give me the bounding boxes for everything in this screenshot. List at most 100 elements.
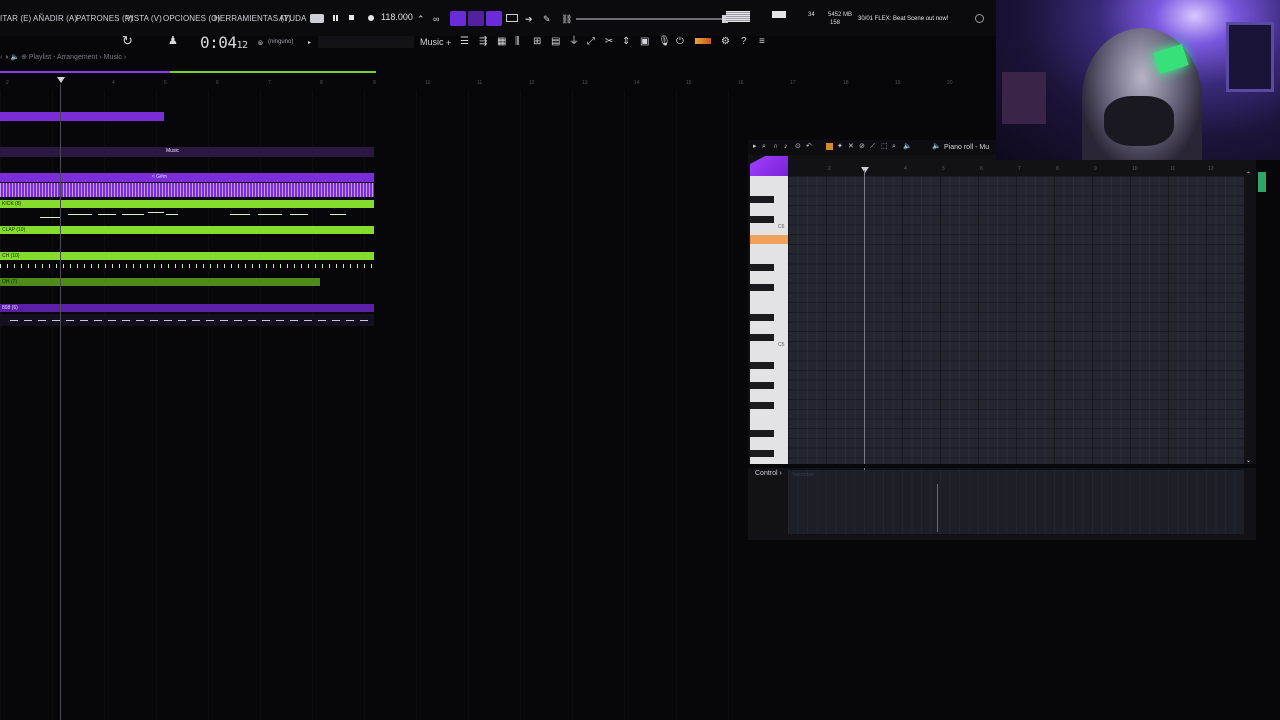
clip-kick[interactable]: KICK (8) [0, 200, 374, 208]
piano-roll-ruler[interactable]: 2 4 5 6 7 8 9 10 11 12 [790, 166, 1244, 176]
loop-region-bar[interactable] [0, 71, 170, 73]
menu-view[interactable]: VISTA (V) [126, 14, 162, 23]
clip-purple-top[interactable] [0, 112, 164, 121]
chevron-right-icon[interactable]: ▸ [308, 38, 311, 48]
piano-key-black[interactable] [750, 382, 774, 389]
clip-music[interactable]: Music [0, 147, 374, 157]
playback-tool-icon[interactable]: 🔈 [903, 143, 912, 150]
power-icon[interactable]: ⏻ [676, 37, 684, 47]
piano-roll-playhead-marker[interactable] [861, 167, 869, 173]
file-icon[interactable]: ▤ [551, 37, 560, 47]
piano-roll-title[interactable]: Piano roll - Mu [944, 144, 989, 151]
piano-key-black[interactable] [750, 362, 774, 369]
speaker-icon[interactable]: 🔈 [932, 143, 941, 150]
settings-icon[interactable]: ⚙ [721, 37, 730, 47]
stop-button[interactable] [349, 15, 354, 20]
song-position[interactable]: 0:0412 [200, 33, 248, 52]
pencil-tool-icon[interactable] [826, 143, 833, 150]
pattern-field[interactable] [318, 36, 414, 48]
menu-icon[interactable]: ≡ [759, 37, 765, 47]
piano-key-black[interactable] [750, 430, 774, 437]
arrows-icon[interactable]: ⤢ [587, 37, 595, 47]
velocity-lane[interactable]: Velocidad [788, 470, 1244, 534]
undo-icon[interactable]: ↶ [806, 143, 813, 150]
piano-key-black[interactable] [750, 314, 774, 321]
window-mode-label[interactable]: Music [420, 37, 444, 47]
playlist-icon[interactable]: ☰ [460, 37, 469, 47]
playlist-ruler[interactable]: 2 4 5 6 7 8 9 10 11 12 13 14 15 16 17 18… [0, 76, 990, 90]
snap-toggle-3[interactable] [486, 11, 502, 26]
help-icon[interactable]: ? [741, 37, 747, 47]
play-circle-icon[interactable]: ⊙ [795, 143, 802, 150]
browser-icon[interactable]: ⊞ [533, 37, 541, 47]
clip-ch[interactable]: CH (10) [0, 252, 374, 260]
plus-icon[interactable]: + [446, 38, 451, 48]
piano-key-black[interactable] [750, 216, 774, 223]
side-scroll-thumb[interactable] [1258, 172, 1266, 192]
loop-record-icon[interactable]: ∞ [433, 14, 439, 24]
keyboard-icon[interactable] [506, 14, 518, 22]
brush-tool-icon[interactable]: ✦ [837, 143, 844, 150]
playlist-nav-icon[interactable]: ‹ ◑ 🔈 ⊕ [0, 54, 29, 61]
compress-icon[interactable]: ⇕ [622, 37, 630, 47]
piano-key-black[interactable] [750, 402, 774, 409]
pattern-selector[interactable]: (ninguno) [268, 39, 293, 45]
news-ticker[interactable]: 30/01 FLEX: Beat Scene out now! [858, 16, 948, 22]
note-icon[interactable]: ♪ [784, 143, 791, 150]
magnet-icon[interactable]: ∩ [773, 143, 780, 150]
snap-toggle-2[interactable] [468, 11, 484, 26]
save-icon[interactable]: ▣ [640, 37, 649, 47]
select-tool-icon[interactable]: ⬚ [881, 143, 888, 150]
menu-patterns[interactable]: PATRONES (P) [76, 14, 133, 23]
chevron-up-icon[interactable]: ⌃ [1246, 170, 1251, 180]
snap-toggle-1[interactable] [450, 11, 466, 26]
arrow-right-icon[interactable]: ▸ [753, 143, 760, 150]
piano-key-black[interactable] [750, 284, 774, 291]
plugin-icon[interactable]: ⏚ [569, 37, 579, 47]
clip-waveform[interactable] [0, 183, 374, 197]
clip-clap[interactable]: CLAP (10) [0, 226, 374, 234]
tempo-display[interactable]: 118.000 [381, 12, 413, 26]
delete-tool-icon[interactable]: ✕ [848, 143, 855, 150]
menu-add[interactable]: AÑADIR (A) [33, 14, 77, 23]
control-divider[interactable] [748, 464, 1256, 468]
arrow-right-icon[interactable]: ➔ [525, 14, 533, 24]
piano-key-black[interactable] [750, 196, 774, 203]
zoom-tool-icon[interactable]: ⌕ [892, 143, 899, 150]
clip-808[interactable]: 808 (6) [0, 304, 374, 312]
stamp-icon[interactable]: ♟ [168, 36, 178, 47]
globe-icon[interactable] [975, 14, 984, 23]
menu-options[interactable]: OPCIONES (O) [163, 14, 220, 23]
play-pause-button[interactable] [330, 12, 340, 24]
master-pitch-slider[interactable] [576, 15, 728, 23]
menu-edit[interactable]: ITAR (E) [0, 14, 31, 23]
piano-keyboard[interactable]: C6 C5 [750, 176, 788, 464]
piano-roll-scrollbar[interactable]: ⌃ ⌄ [1246, 170, 1254, 464]
control-label[interactable]: Control › [755, 470, 782, 477]
clip-sample-header[interactable]: ≈ G#m [0, 173, 374, 182]
piano-key-black[interactable] [750, 450, 774, 457]
microphone-icon[interactable]: 🎙 [658, 37, 671, 47]
clip-oh[interactable]: OH (7) [0, 278, 320, 286]
pat-song-toggle[interactable] [310, 14, 324, 23]
refresh-icon[interactable]: ↻ [122, 34, 133, 47]
cut-icon[interactable]: ✂ [605, 37, 613, 47]
piano-key-black[interactable] [750, 264, 774, 271]
channel-rack-icon[interactable]: ▦ [497, 37, 506, 47]
piano-key-active[interactable] [750, 235, 788, 244]
slice-tool-icon[interactable]: ⟋ [870, 143, 877, 150]
metronome-icon[interactable]: ⌃ [417, 14, 425, 24]
menu-help[interactable]: AYUDA [279, 14, 306, 23]
piano-roll-icon[interactable]: ⇶ [479, 37, 487, 47]
record-button[interactable] [368, 15, 374, 21]
tool-icon[interactable]: ⌕ [762, 143, 769, 150]
piano-key-black[interactable] [750, 334, 774, 341]
pencil-icon[interactable]: ✎ [543, 14, 551, 24]
piano-roll-corner-tab[interactable] [750, 156, 788, 176]
master-volume-meter [726, 11, 750, 22]
piano-roll-grid[interactable] [788, 176, 1244, 464]
playhead-marker[interactable] [57, 77, 65, 83]
mixer-icon[interactable]: ⫼ [515, 37, 520, 47]
link-icon[interactable]: ⛓ [561, 14, 572, 24]
mute-tool-icon[interactable]: ⊘ [859, 143, 866, 150]
